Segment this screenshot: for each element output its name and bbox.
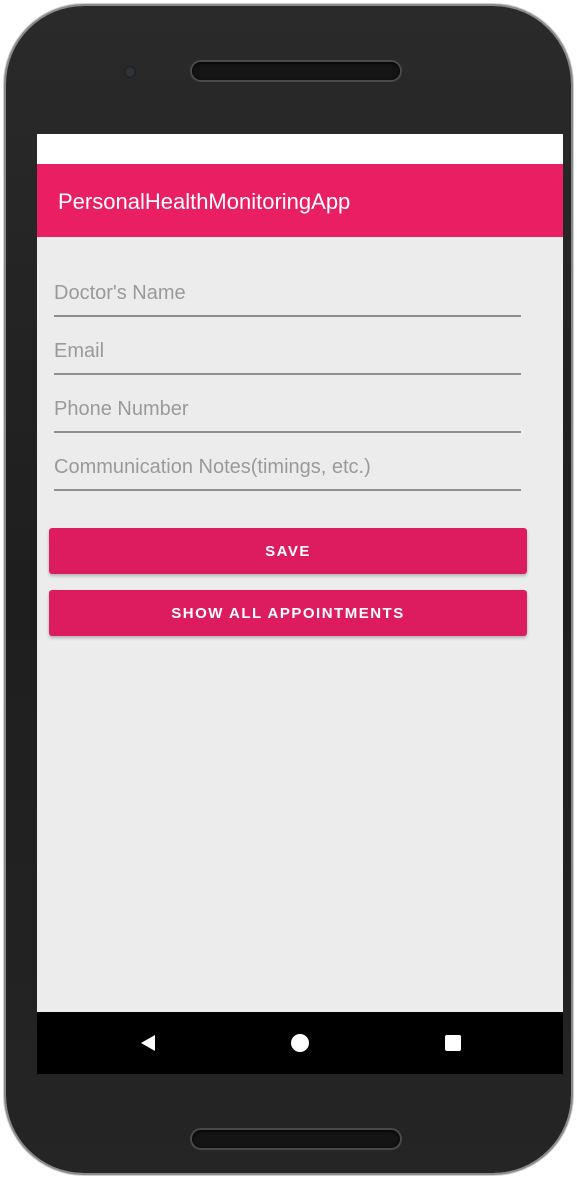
status-bar bbox=[37, 134, 563, 164]
navigation-bar bbox=[37, 1012, 563, 1074]
email-field[interactable] bbox=[54, 331, 521, 375]
app-bar: PersonalHealthMonitoringApp bbox=[37, 164, 563, 237]
phone-number-input[interactable] bbox=[54, 389, 521, 429]
bottom-speaker bbox=[192, 1130, 400, 1148]
communication-notes-input[interactable] bbox=[54, 447, 521, 487]
device-screen: PersonalHealthMonitoringApp SAVE SHOW AL… bbox=[37, 134, 563, 1074]
front-camera bbox=[124, 66, 136, 78]
nav-home-button[interactable] bbox=[283, 1026, 317, 1060]
nav-recents-button[interactable] bbox=[436, 1026, 470, 1060]
communication-notes-field[interactable] bbox=[54, 447, 521, 491]
app-title: PersonalHealthMonitoringApp bbox=[58, 189, 351, 214]
show-all-appointments-button[interactable]: SHOW ALL APPOINTMENTS bbox=[49, 590, 527, 636]
nav-back-button[interactable] bbox=[131, 1026, 165, 1060]
doctor-name-input[interactable] bbox=[54, 273, 521, 313]
phone-frame: PersonalHealthMonitoringApp SAVE SHOW AL… bbox=[6, 6, 571, 1173]
email-input[interactable] bbox=[54, 331, 521, 371]
save-button[interactable]: SAVE bbox=[49, 528, 527, 574]
home-icon bbox=[291, 1034, 309, 1052]
top-speaker bbox=[192, 62, 400, 80]
phone-number-field[interactable] bbox=[54, 389, 521, 433]
recents-icon bbox=[445, 1035, 461, 1051]
back-icon bbox=[141, 1035, 155, 1051]
doctor-name-field[interactable] bbox=[54, 273, 521, 317]
